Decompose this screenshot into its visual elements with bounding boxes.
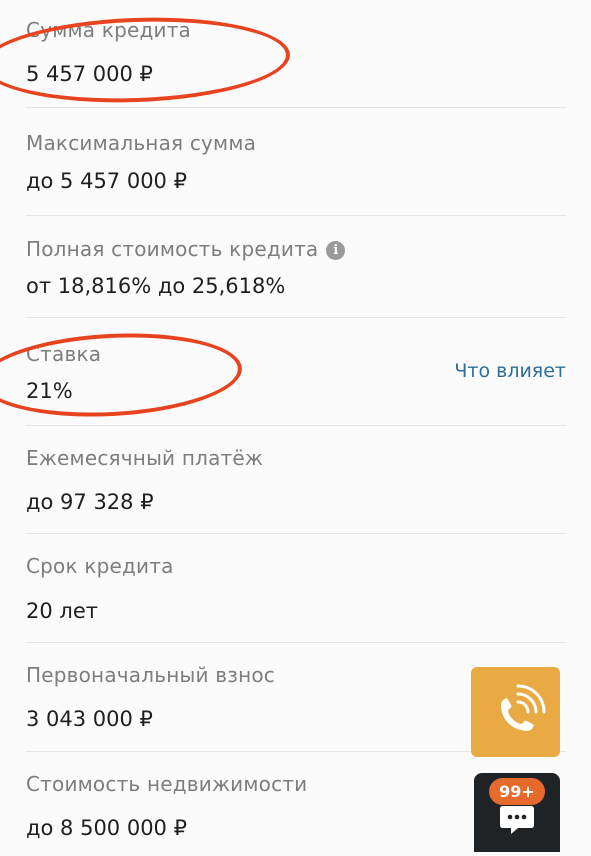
loan-term-label: Срок кредита <box>26 554 174 578</box>
down-payment-value: 3 043 000 ₽ <box>26 707 153 731</box>
info-icon[interactable]: i <box>326 241 346 260</box>
monthly-payment-value: до 97 328 ₽ <box>26 490 154 514</box>
total-cost-label: Полная стоимость кредита i <box>26 237 346 261</box>
row-total-cost: Полная стоимость кредита i от 18,816% до … <box>26 216 566 318</box>
down-payment-label: Первоначальный взнос <box>26 663 275 687</box>
row-loan-term: Срок кредита 20 лет <box>26 534 566 643</box>
row-monthly-payment: Ежемесячный платёж до 97 328 ₽ <box>26 426 566 534</box>
max-amount-value: до 5 457 000 ₽ <box>26 169 187 193</box>
max-amount-label: Максимальная сумма <box>26 131 257 155</box>
monthly-payment-label: Ежемесячный платёж <box>26 446 264 470</box>
phone-ringing-icon <box>501 684 546 731</box>
loan-term-value: 20 лет <box>26 599 98 623</box>
total-cost-label-text: Полная стоимость кредита <box>26 237 319 261</box>
total-cost-value: от 18,816% до 25,618% <box>26 274 286 298</box>
what-affects-link[interactable]: Что влияет <box>454 360 566 382</box>
property-cost-value: до 8 500 000 ₽ <box>26 816 187 840</box>
row-max-amount: Максимальная сумма до 5 457 000 ₽ <box>26 108 566 216</box>
chat-unread-badge: 99+ <box>489 778 545 805</box>
property-cost-label: Стоимость недвижимости <box>26 772 308 796</box>
call-button[interactable] <box>471 667 560 757</box>
